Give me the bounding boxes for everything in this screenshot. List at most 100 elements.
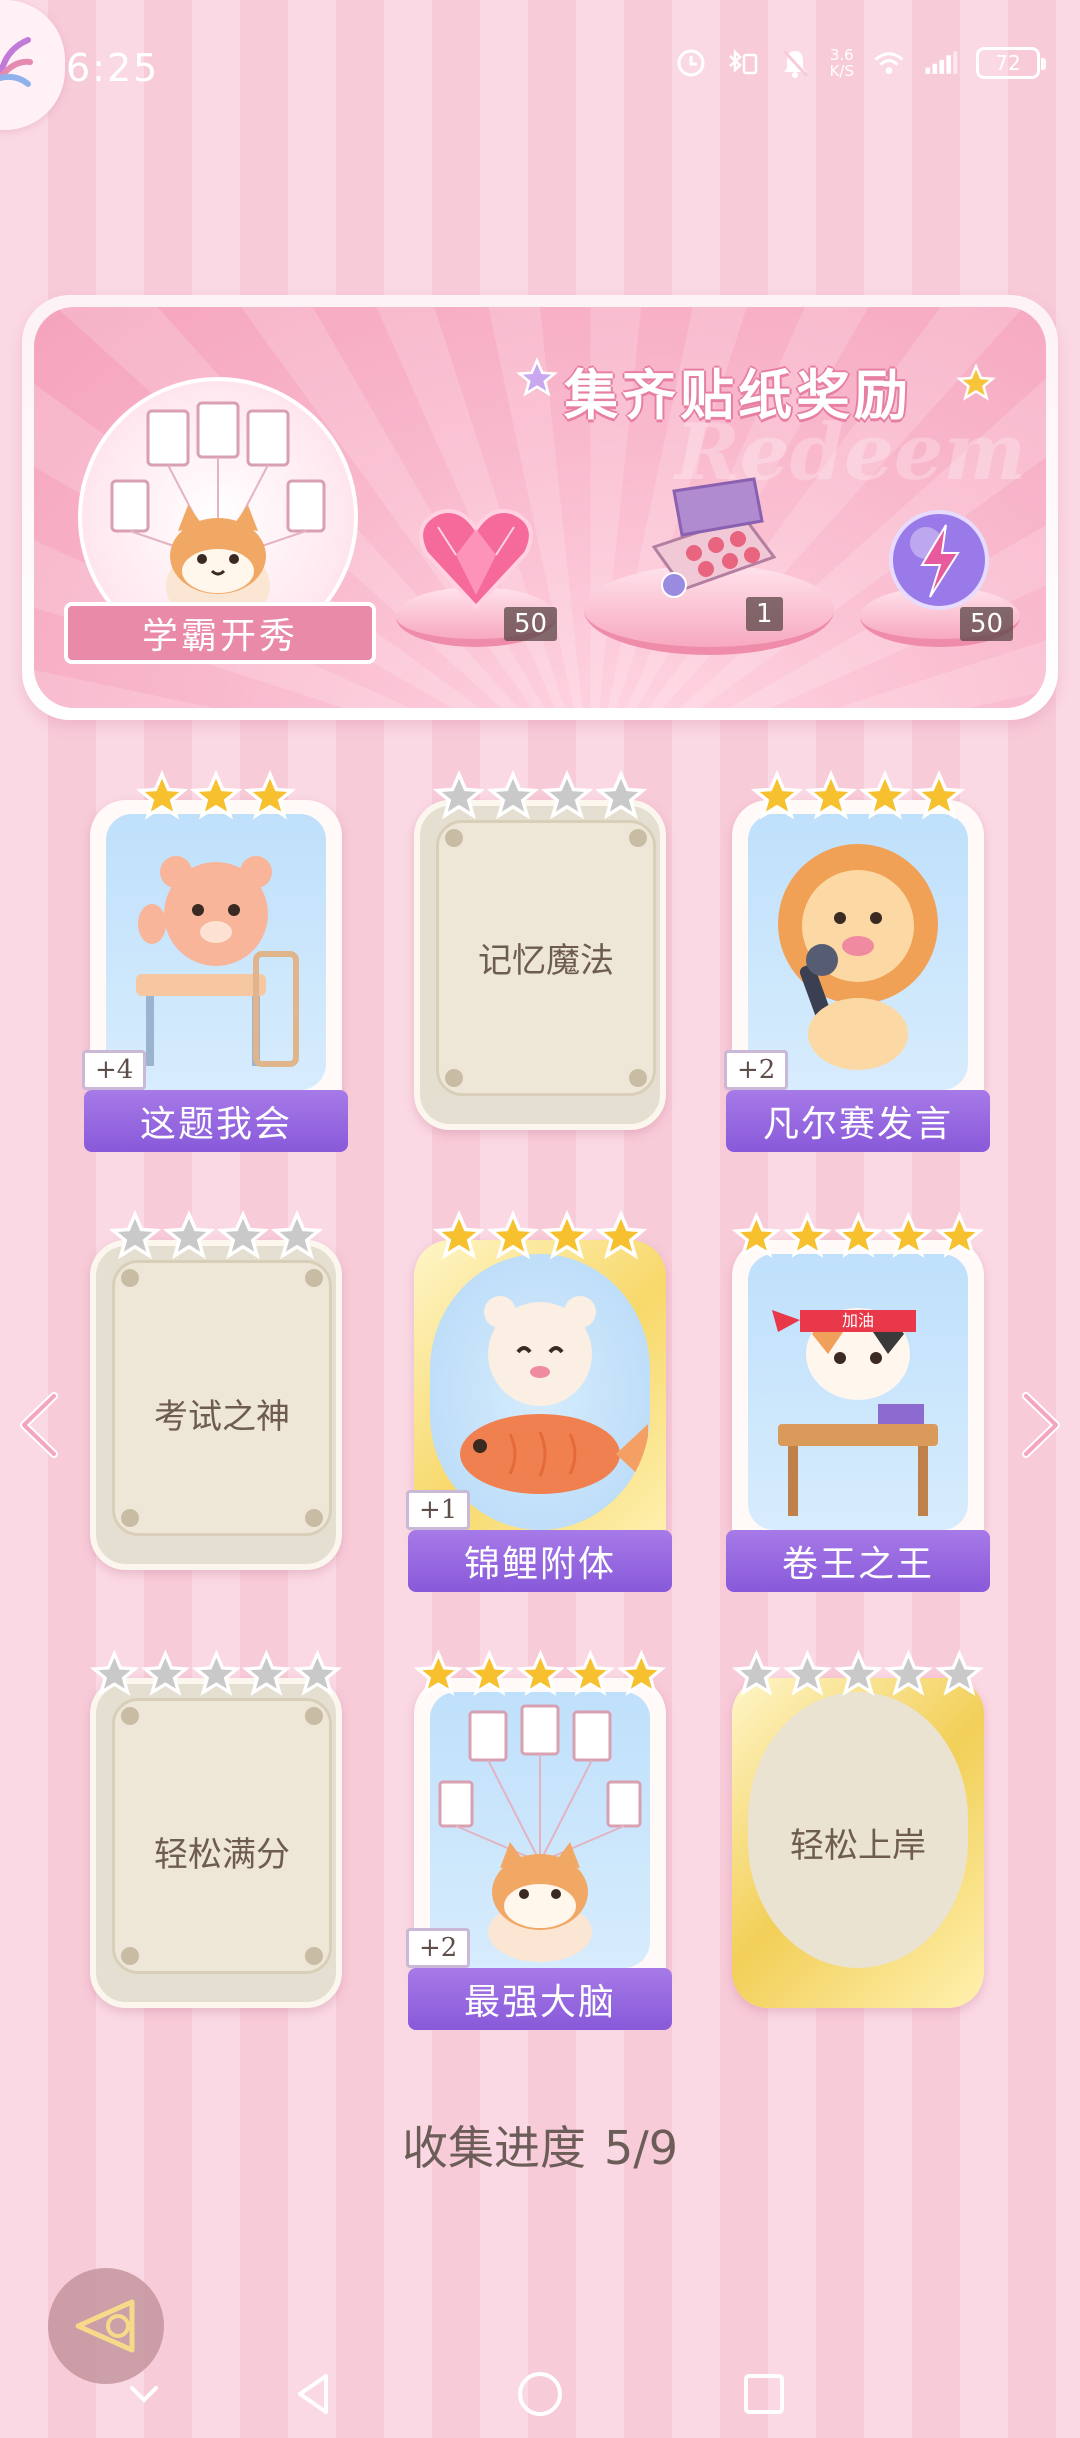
sticker-title: 轻松上岸: [790, 1826, 926, 1866]
sticker-title: 考试之神: [154, 1397, 290, 1437]
status-bar: 6:25 3.6 K/S 72: [0, 0, 1080, 140]
star-filled-icon: [541, 1210, 593, 1260]
star-filled-icon: [805, 770, 857, 820]
cat-studying-icon: 加油: [772, 1308, 938, 1516]
home-icon[interactable]: [516, 2370, 564, 2418]
star-empty-icon: [935, 1649, 984, 1696]
heart-gem-icon[interactable]: [416, 503, 536, 613]
bonus-tag: +1: [406, 1490, 471, 1530]
sticker-card[interactable]: 最强大脑 +2: [406, 1648, 672, 2030]
star-filled-icon: [782, 1211, 832, 1258]
star-filled-icon: [487, 1210, 539, 1260]
collapse-chevron-icon[interactable]: [120, 2370, 168, 2418]
banner-title: 集齐贴纸奖励: [564, 364, 912, 427]
star-filled-icon: [414, 1649, 463, 1696]
star-empty-icon: [217, 1210, 269, 1260]
fan-logo-icon: [0, 37, 33, 87]
star-empty-icon: [541, 770, 593, 820]
star-empty-icon: [833, 1649, 883, 1696]
star-filled-icon: [244, 770, 296, 820]
bonus-tag: +4: [82, 1050, 147, 1090]
bonus-tag: +2: [724, 1050, 789, 1090]
sticker-box-icon[interactable]: [634, 477, 784, 607]
sticker-card-locked[interactable]: 轻松上岸: [732, 1648, 984, 2008]
star-filled-icon: [935, 1211, 984, 1258]
star-empty-icon: [191, 1649, 241, 1696]
data-saver-icon: [674, 46, 708, 80]
system-navigation-bar: [0, 2340, 1080, 2438]
next-page-arrow-icon[interactable]: [1016, 1390, 1066, 1460]
star-filled-icon: [515, 1649, 565, 1696]
star-filled-icon: [884, 1211, 934, 1258]
lion-with-mic-icon: [778, 844, 938, 1070]
star-filled-icon: [859, 770, 911, 820]
bonus-tag: +2: [406, 1928, 471, 1968]
sticker-title: 最强大脑: [408, 1968, 672, 2030]
star-rating: [90, 1648, 342, 1704]
cat-with-papers-icon: [438, 1704, 642, 1962]
back-icon[interactable]: [290, 2370, 338, 2418]
recents-icon[interactable]: [740, 2370, 788, 2418]
bear-with-koi-icon: [460, 1296, 648, 1494]
bluetooth-battery-icon: [726, 46, 760, 80]
previous-page-arrow-icon[interactable]: [14, 1390, 64, 1460]
star-rating: [90, 770, 342, 826]
star-empty-icon: [884, 1649, 934, 1696]
reward-count: 50: [960, 607, 1014, 641]
star-filled-icon: [751, 770, 803, 820]
avatar-ribbon: 学霸开秀: [64, 602, 376, 664]
sticker-title: 轻松满分: [154, 1835, 290, 1875]
sticker-card-locked[interactable]: 记忆魔法: [414, 770, 666, 1130]
star-filled-icon: [913, 770, 965, 820]
bear-at-desk-icon: [136, 856, 299, 1067]
star-empty-icon: [293, 1649, 342, 1696]
star-filled-icon: [833, 1211, 883, 1258]
reward-count: 1: [746, 597, 783, 631]
progress-label: 收集进度: [401, 2121, 586, 2175]
star-empty-icon: [487, 770, 539, 820]
star-filled-icon: [732, 1211, 781, 1258]
status-icons: 3.6 K/S 72: [674, 46, 1046, 80]
reward-banner: Redeem 集齐贴纸奖励 学霸开秀 50 1 50: [22, 295, 1058, 720]
star-decoration-icon: [956, 363, 996, 401]
network-speed: 3.6 K/S: [830, 47, 854, 79]
app-shortcut-badge[interactable]: [0, 0, 65, 130]
sticker-title: 卷王之王: [726, 1530, 990, 1592]
star-empty-icon: [595, 770, 647, 820]
star-rating: [732, 770, 984, 826]
sticker-card[interactable]: 凡尔赛发言 +2: [724, 770, 990, 1152]
star-empty-icon: [140, 1649, 190, 1696]
sticker-card[interactable]: 加油 卷王之王: [726, 1210, 990, 1592]
headband-text: 加油: [842, 1311, 874, 1330]
sticker-title: 凡尔赛发言: [726, 1090, 990, 1152]
network-speed-value: 3.6: [829, 46, 854, 64]
star-empty-icon: [90, 1649, 139, 1696]
star-rating: [414, 770, 666, 826]
star-empty-icon: [271, 1210, 323, 1260]
star-filled-icon: [136, 770, 188, 820]
star-rating: [90, 1210, 342, 1266]
star-empty-icon: [109, 1210, 161, 1260]
battery-indicator: 72: [976, 47, 1046, 79]
star-empty-icon: [433, 770, 485, 820]
sticker-title: 这题我会: [84, 1090, 348, 1152]
signal-icon: [924, 46, 958, 80]
sticker-card-locked[interactable]: 轻松满分: [90, 1648, 342, 2008]
star-filled-icon: [617, 1649, 666, 1696]
reward-count: 50: [504, 607, 558, 641]
star-rating: [414, 1648, 666, 1704]
star-empty-icon: [163, 1210, 215, 1260]
star-filled-icon: [433, 1210, 485, 1260]
sticker-card[interactable]: 这题我会 +4: [82, 770, 348, 1152]
mute-bell-icon: [778, 46, 812, 80]
star-filled-icon: [190, 770, 242, 820]
star-empty-icon: [242, 1649, 292, 1696]
wifi-icon: [872, 46, 906, 80]
sticker-card-locked[interactable]: 考试之神: [90, 1210, 342, 1570]
sticker-card[interactable]: 锦鲤附体 +1: [406, 1210, 672, 1592]
energy-orb-icon[interactable]: [886, 507, 992, 613]
star-rating: [732, 1210, 984, 1266]
star-empty-icon: [782, 1649, 832, 1696]
sticker-title: 记忆魔法: [478, 941, 614, 981]
clock: 6:25: [66, 46, 160, 90]
